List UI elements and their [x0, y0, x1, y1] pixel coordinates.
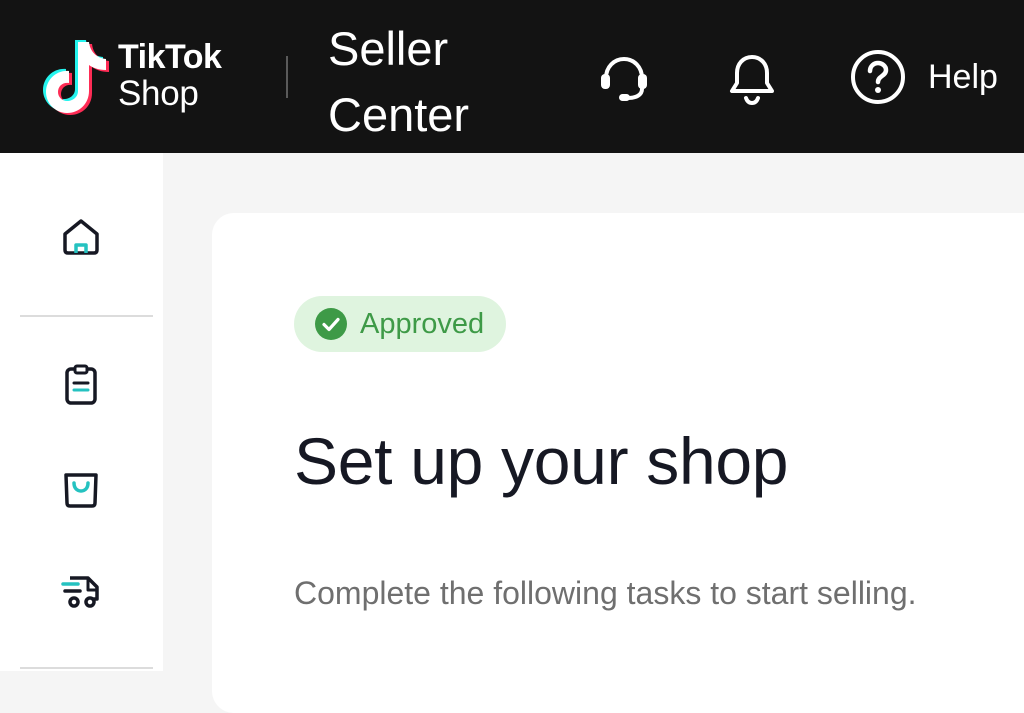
brand-line-tiktok: TikTok	[118, 38, 222, 76]
sidebar-divider	[20, 667, 153, 669]
tiktok-logo-icon	[43, 40, 109, 115]
page-title: Set up your shop	[294, 424, 789, 498]
brand-line-shop: Shop	[118, 74, 199, 113]
shipping-truck-icon[interactable]	[52, 561, 110, 619]
status-badge-label: Approved	[360, 308, 485, 340]
home-icon[interactable]	[52, 208, 110, 266]
top-navigation-bar: TikTok Shop Seller Center Help	[0, 0, 1024, 153]
notification-bell-icon[interactable]	[722, 48, 782, 108]
help-link[interactable]: Help	[928, 56, 998, 98]
brand-name: TikTok Shop	[118, 38, 222, 113]
product-title-line2: Center	[328, 88, 470, 141]
status-badge: Approved	[294, 296, 507, 352]
page-subtitle: Complete the following tasks to start se…	[294, 575, 917, 611]
sidebar-divider	[20, 315, 153, 317]
header-divider	[286, 56, 288, 98]
product-title: Seller Center	[328, 16, 469, 148]
customer-support-icon[interactable]	[594, 48, 654, 108]
check-circle-icon	[315, 308, 347, 340]
product-title-line1: Seller	[328, 22, 449, 75]
help-question-icon[interactable]	[848, 48, 908, 108]
products-bag-icon[interactable]	[52, 459, 110, 517]
orders-clipboard-icon[interactable]	[52, 356, 110, 414]
sidebar	[0, 153, 163, 671]
